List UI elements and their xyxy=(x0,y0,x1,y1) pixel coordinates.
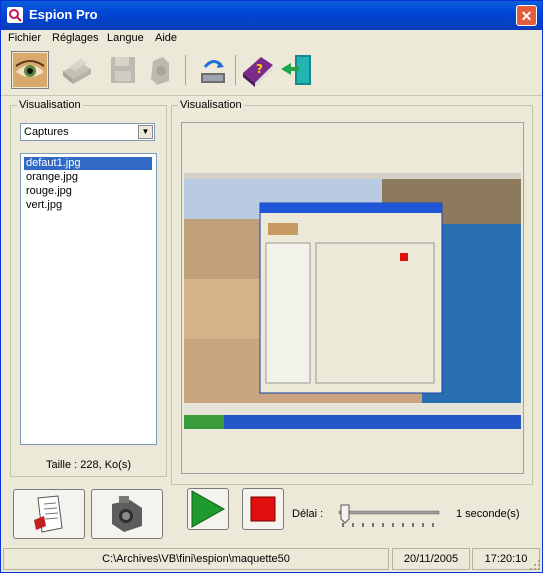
status-bar: C:\Archives\VB\fini\espion\maquette50 20… xyxy=(1,548,542,572)
exit-button[interactable] xyxy=(277,51,315,89)
resize-grip-icon[interactable] xyxy=(529,559,541,571)
camera-icon xyxy=(112,496,142,532)
app-icon xyxy=(7,7,23,23)
delay-value: 1 seconde(s) xyxy=(456,508,520,520)
play-button[interactable] xyxy=(187,488,229,530)
dropdown-value: Captures xyxy=(24,126,69,138)
stop-button[interactable] xyxy=(242,488,284,530)
title-bar[interactable]: Espion Pro ✕ xyxy=(1,1,542,30)
play-icon xyxy=(191,490,226,528)
main-window: Espion Pro ✕ Fichier Réglages Langue Aid… xyxy=(0,0,543,573)
menu-bar: Fichier Réglages Langue Aide xyxy=(1,30,542,48)
status-date: 20/11/2005 xyxy=(392,548,470,570)
refresh-icon xyxy=(201,60,225,83)
floppy-disk-icon xyxy=(111,57,135,83)
print-report-button[interactable] xyxy=(13,489,85,539)
svg-text:?: ? xyxy=(256,62,263,76)
document-icon xyxy=(34,495,63,533)
menu-fichier[interactable]: Fichier xyxy=(8,32,41,44)
refresh-button[interactable] xyxy=(193,51,231,89)
list-item[interactable]: rouge.jpg xyxy=(24,185,74,198)
delay-slider[interactable] xyxy=(337,503,441,533)
capture-button[interactable] xyxy=(91,489,163,539)
screenshot-image xyxy=(182,123,523,473)
menu-aide[interactable]: Aide xyxy=(155,32,177,44)
eye-icon xyxy=(13,53,47,87)
list-item[interactable]: defaut1.jpg xyxy=(24,157,152,170)
toolbar: ? xyxy=(1,49,542,96)
save-button[interactable] xyxy=(103,51,141,89)
chevron-down-icon[interactable]: ▼ xyxy=(138,125,153,139)
scanner-button[interactable] xyxy=(143,51,181,89)
stop-icon xyxy=(250,496,276,522)
right-group-label: Visualisation xyxy=(178,99,244,111)
window-title: Espion Pro xyxy=(29,7,98,22)
capture-preview xyxy=(181,122,524,474)
help-button[interactable]: ? xyxy=(239,51,277,89)
menu-langue[interactable]: Langue xyxy=(107,32,144,44)
list-item[interactable]: vert.jpg xyxy=(24,199,64,212)
scanner-icon xyxy=(151,57,169,85)
menu-reglages[interactable]: Réglages xyxy=(52,32,98,44)
list-item[interactable]: orange.jpg xyxy=(24,171,80,184)
delay-label: Délai : xyxy=(292,508,324,520)
file-list[interactable]: defaut1.jpg orange.jpg rouge.jpg vert.jp… xyxy=(20,153,157,445)
eye-button[interactable] xyxy=(11,51,49,89)
close-button[interactable]: ✕ xyxy=(516,5,537,26)
help-book-icon: ? xyxy=(243,57,273,87)
slider-thumb xyxy=(340,504,350,524)
source-dropdown[interactable]: Captures ▼ xyxy=(20,123,155,141)
toolbar-separator xyxy=(185,55,186,85)
exit-door-icon xyxy=(281,55,311,85)
toolbar-separator xyxy=(235,55,236,85)
printer-icon xyxy=(63,59,91,84)
status-path: C:\Archives\VB\fini\espion\maquette50 xyxy=(3,548,389,570)
print-button[interactable] xyxy=(57,51,95,89)
file-size-label: Taille : 228, Ko(s) xyxy=(46,459,131,471)
left-group-label: Visualisation xyxy=(17,99,83,111)
